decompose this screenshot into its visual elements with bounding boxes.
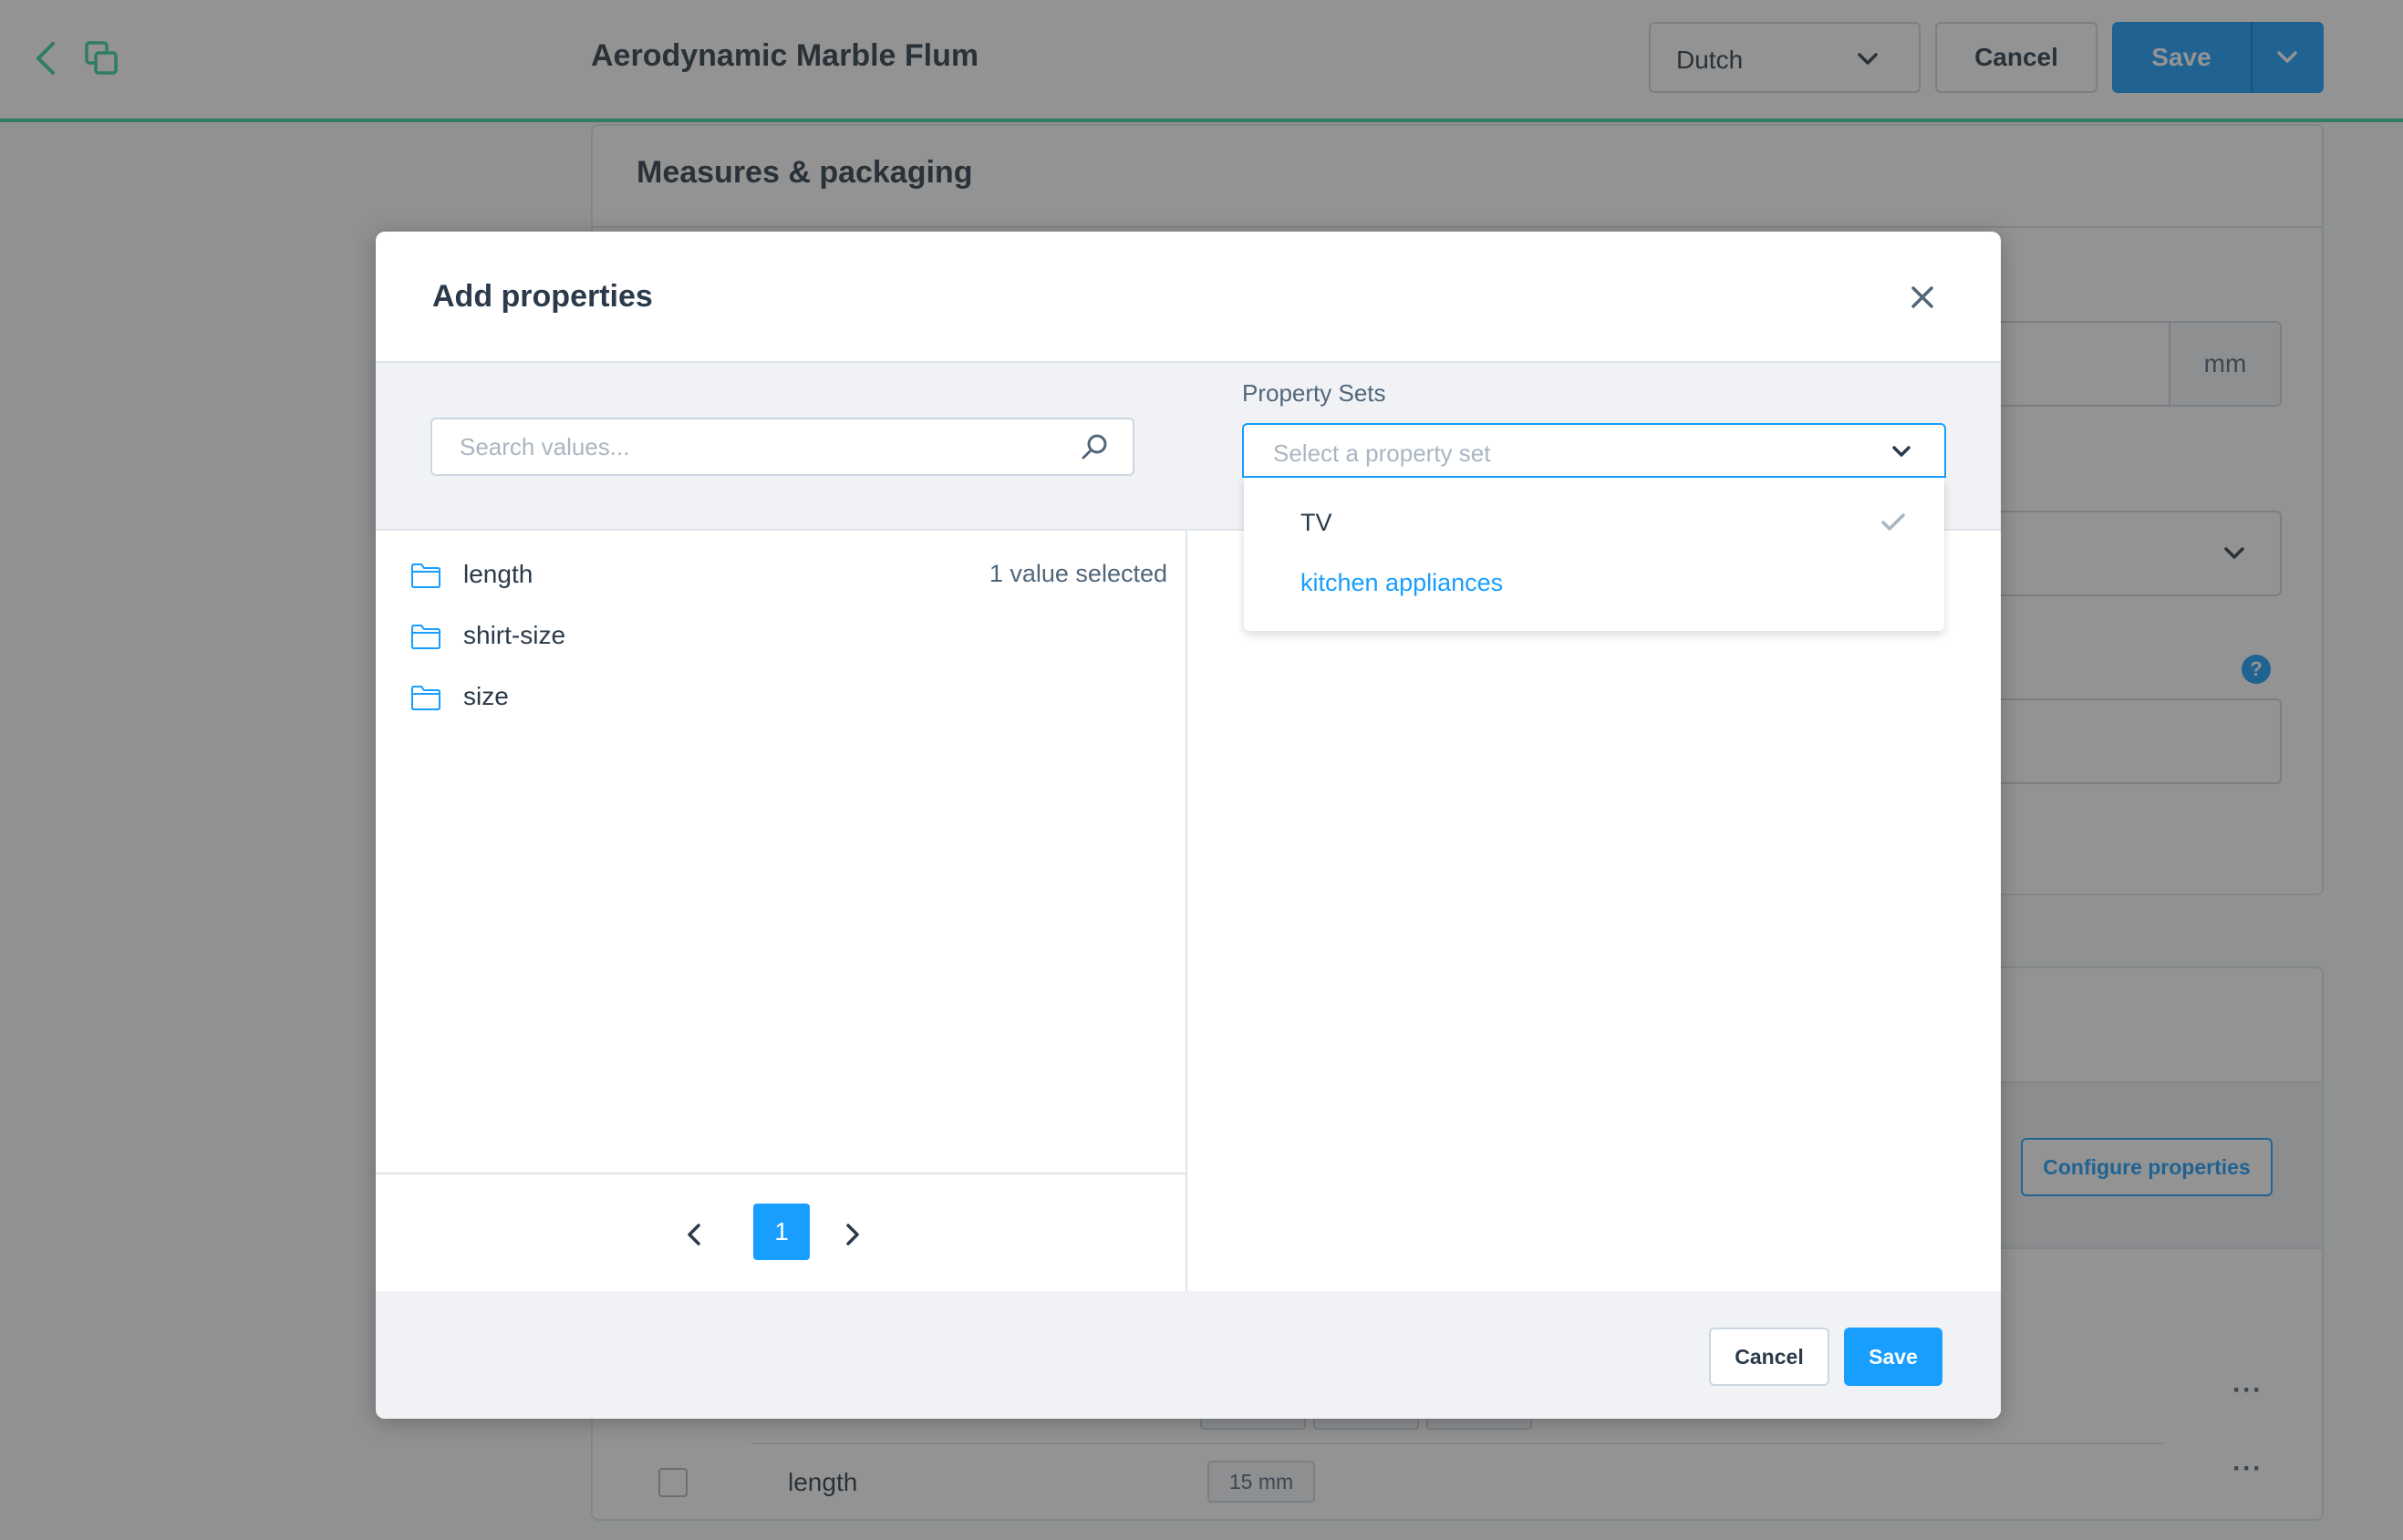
folder-icon xyxy=(411,686,440,710)
folder-icon xyxy=(411,563,440,588)
list-item[interactable]: length 1 value selected xyxy=(376,549,1186,609)
pagination-divider xyxy=(376,1173,1186,1174)
property-name: shirt-size xyxy=(463,621,566,649)
cancel-button[interactable]: Cancel xyxy=(1709,1328,1829,1386)
checkmark-icon xyxy=(1881,513,1905,531)
pagination-page-button[interactable]: 1 xyxy=(753,1204,810,1260)
property-name: length xyxy=(463,560,533,588)
property-set-select[interactable]: Select a property set xyxy=(1242,423,1946,478)
modal-footer: Cancel Save xyxy=(376,1291,2001,1419)
property-set-option-kitchen-appliances[interactable]: kitchen appliances xyxy=(1244,554,1944,615)
list-item[interactable]: size xyxy=(376,671,1186,731)
add-properties-modal: Add properties Property Sets Select a pr… xyxy=(376,232,2001,1419)
folder-icon xyxy=(411,625,440,649)
search-field xyxy=(430,418,1134,476)
chevron-down-icon xyxy=(1892,446,1911,457)
chevron-left-icon[interactable] xyxy=(684,1222,706,1247)
close-icon[interactable] xyxy=(1908,283,1937,312)
list-item[interactable]: shirt-size xyxy=(376,610,1186,670)
option-label: TV xyxy=(1300,509,1332,536)
property-set-dropdown: TV kitchen appliances xyxy=(1244,478,1944,631)
option-label: kitchen appliances xyxy=(1300,569,1504,596)
selection-count: 1 value selected xyxy=(989,560,1167,587)
search-icon[interactable] xyxy=(1080,432,1109,461)
property-sets-label: Property Sets xyxy=(1242,379,1386,407)
column-divider xyxy=(1186,531,1187,1291)
modal-title: Add properties xyxy=(432,279,653,314)
chevron-right-icon[interactable] xyxy=(841,1222,863,1247)
property-set-option-tv[interactable]: TV xyxy=(1244,494,1944,554)
save-button[interactable]: Save xyxy=(1844,1328,1942,1386)
property-name: size xyxy=(463,682,509,710)
property-set-placeholder: Select a property set xyxy=(1273,439,1491,467)
search-input[interactable] xyxy=(432,419,1071,474)
